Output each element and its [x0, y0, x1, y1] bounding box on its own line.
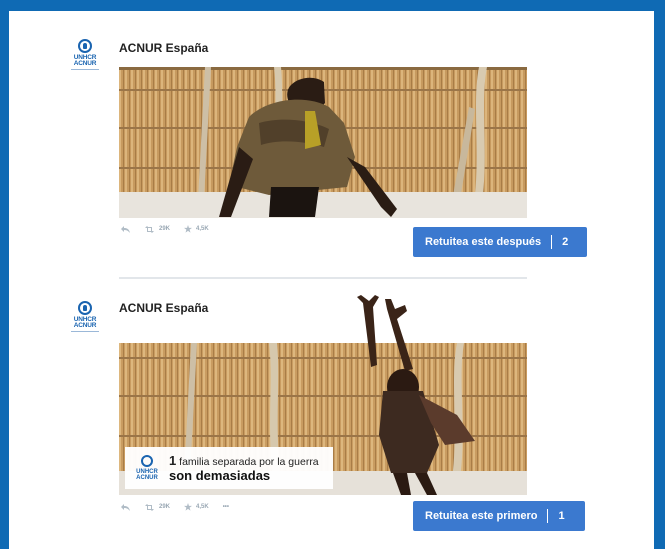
retweet-action[interactable]: 29K [144, 225, 171, 233]
image-caption-box: UNHCR ACNUR 1 familia separada por la gu… [125, 447, 333, 489]
unhcr-logo: UNHCR ACNUR [65, 301, 105, 337]
unhcr-logo-small: UNHCR ACNUR [129, 450, 165, 486]
reply-action[interactable] [121, 225, 130, 233]
unhcr-emblem-icon [78, 39, 92, 53]
tweet-photo-2[interactable]: UNHCR ACNUR 1 familia separada por la gu… [119, 295, 527, 495]
retweet-later-button[interactable]: Retuitea este después 2 [413, 227, 587, 257]
retweet-icon [145, 503, 154, 511]
favorite-count: 4,5K [196, 226, 209, 232]
logo-text-acnur: ACNUR [73, 322, 97, 329]
caption-number: 1 [169, 452, 177, 468]
star-icon [184, 503, 193, 511]
favorite-action[interactable]: 4,5K [184, 225, 209, 233]
unhcr-logo: UNHCR ACNUR [65, 39, 105, 75]
more-options-button[interactable]: ••• [223, 504, 229, 510]
tweet-actions-2: 29K 4,5K ••• [121, 500, 229, 514]
caption-line-1: 1 familia separada por la guerra [169, 454, 319, 469]
retweet-action[interactable]: 29K [144, 503, 171, 511]
account-name[interactable]: ACNUR España [119, 41, 208, 55]
cta-label: Retuitea este después [425, 236, 542, 248]
retweet-first-button[interactable]: Retuitea este primero 1 [413, 501, 585, 531]
cta-number: 1 [558, 510, 565, 522]
logo-text-acnur: ACNUR [136, 475, 158, 481]
unhcr-emblem-icon [78, 301, 92, 315]
tweet-photo-1[interactable] [119, 67, 527, 218]
star-icon [184, 225, 193, 233]
retweet-count: 29K [159, 504, 171, 510]
favorite-count: 4,5K [196, 504, 209, 510]
retweet-count: 29K [159, 226, 171, 232]
cta-number: 2 [562, 236, 569, 248]
reply-action[interactable] [121, 503, 130, 511]
favorite-action[interactable]: 4,5K [184, 503, 209, 511]
caption-line-2: son demasiadas [169, 467, 271, 483]
reply-icon [121, 503, 130, 511]
tweet-divider [119, 277, 527, 279]
cta-label: Retuitea este primero [425, 510, 538, 522]
tweet-actions-1: 29K 4,5K [121, 222, 209, 236]
account-name[interactable]: ACNUR España [119, 301, 208, 315]
content-frame: UNHCR ACNUR ACNUR España 29K 4,5K Retuit… [9, 11, 654, 549]
logo-text-acnur: ACNUR [73, 60, 97, 67]
caption-line-1-text: familia separada por la guerra [179, 455, 319, 468]
reply-icon [121, 225, 130, 233]
unhcr-emblem-icon [141, 455, 153, 467]
retweet-icon [145, 225, 154, 233]
